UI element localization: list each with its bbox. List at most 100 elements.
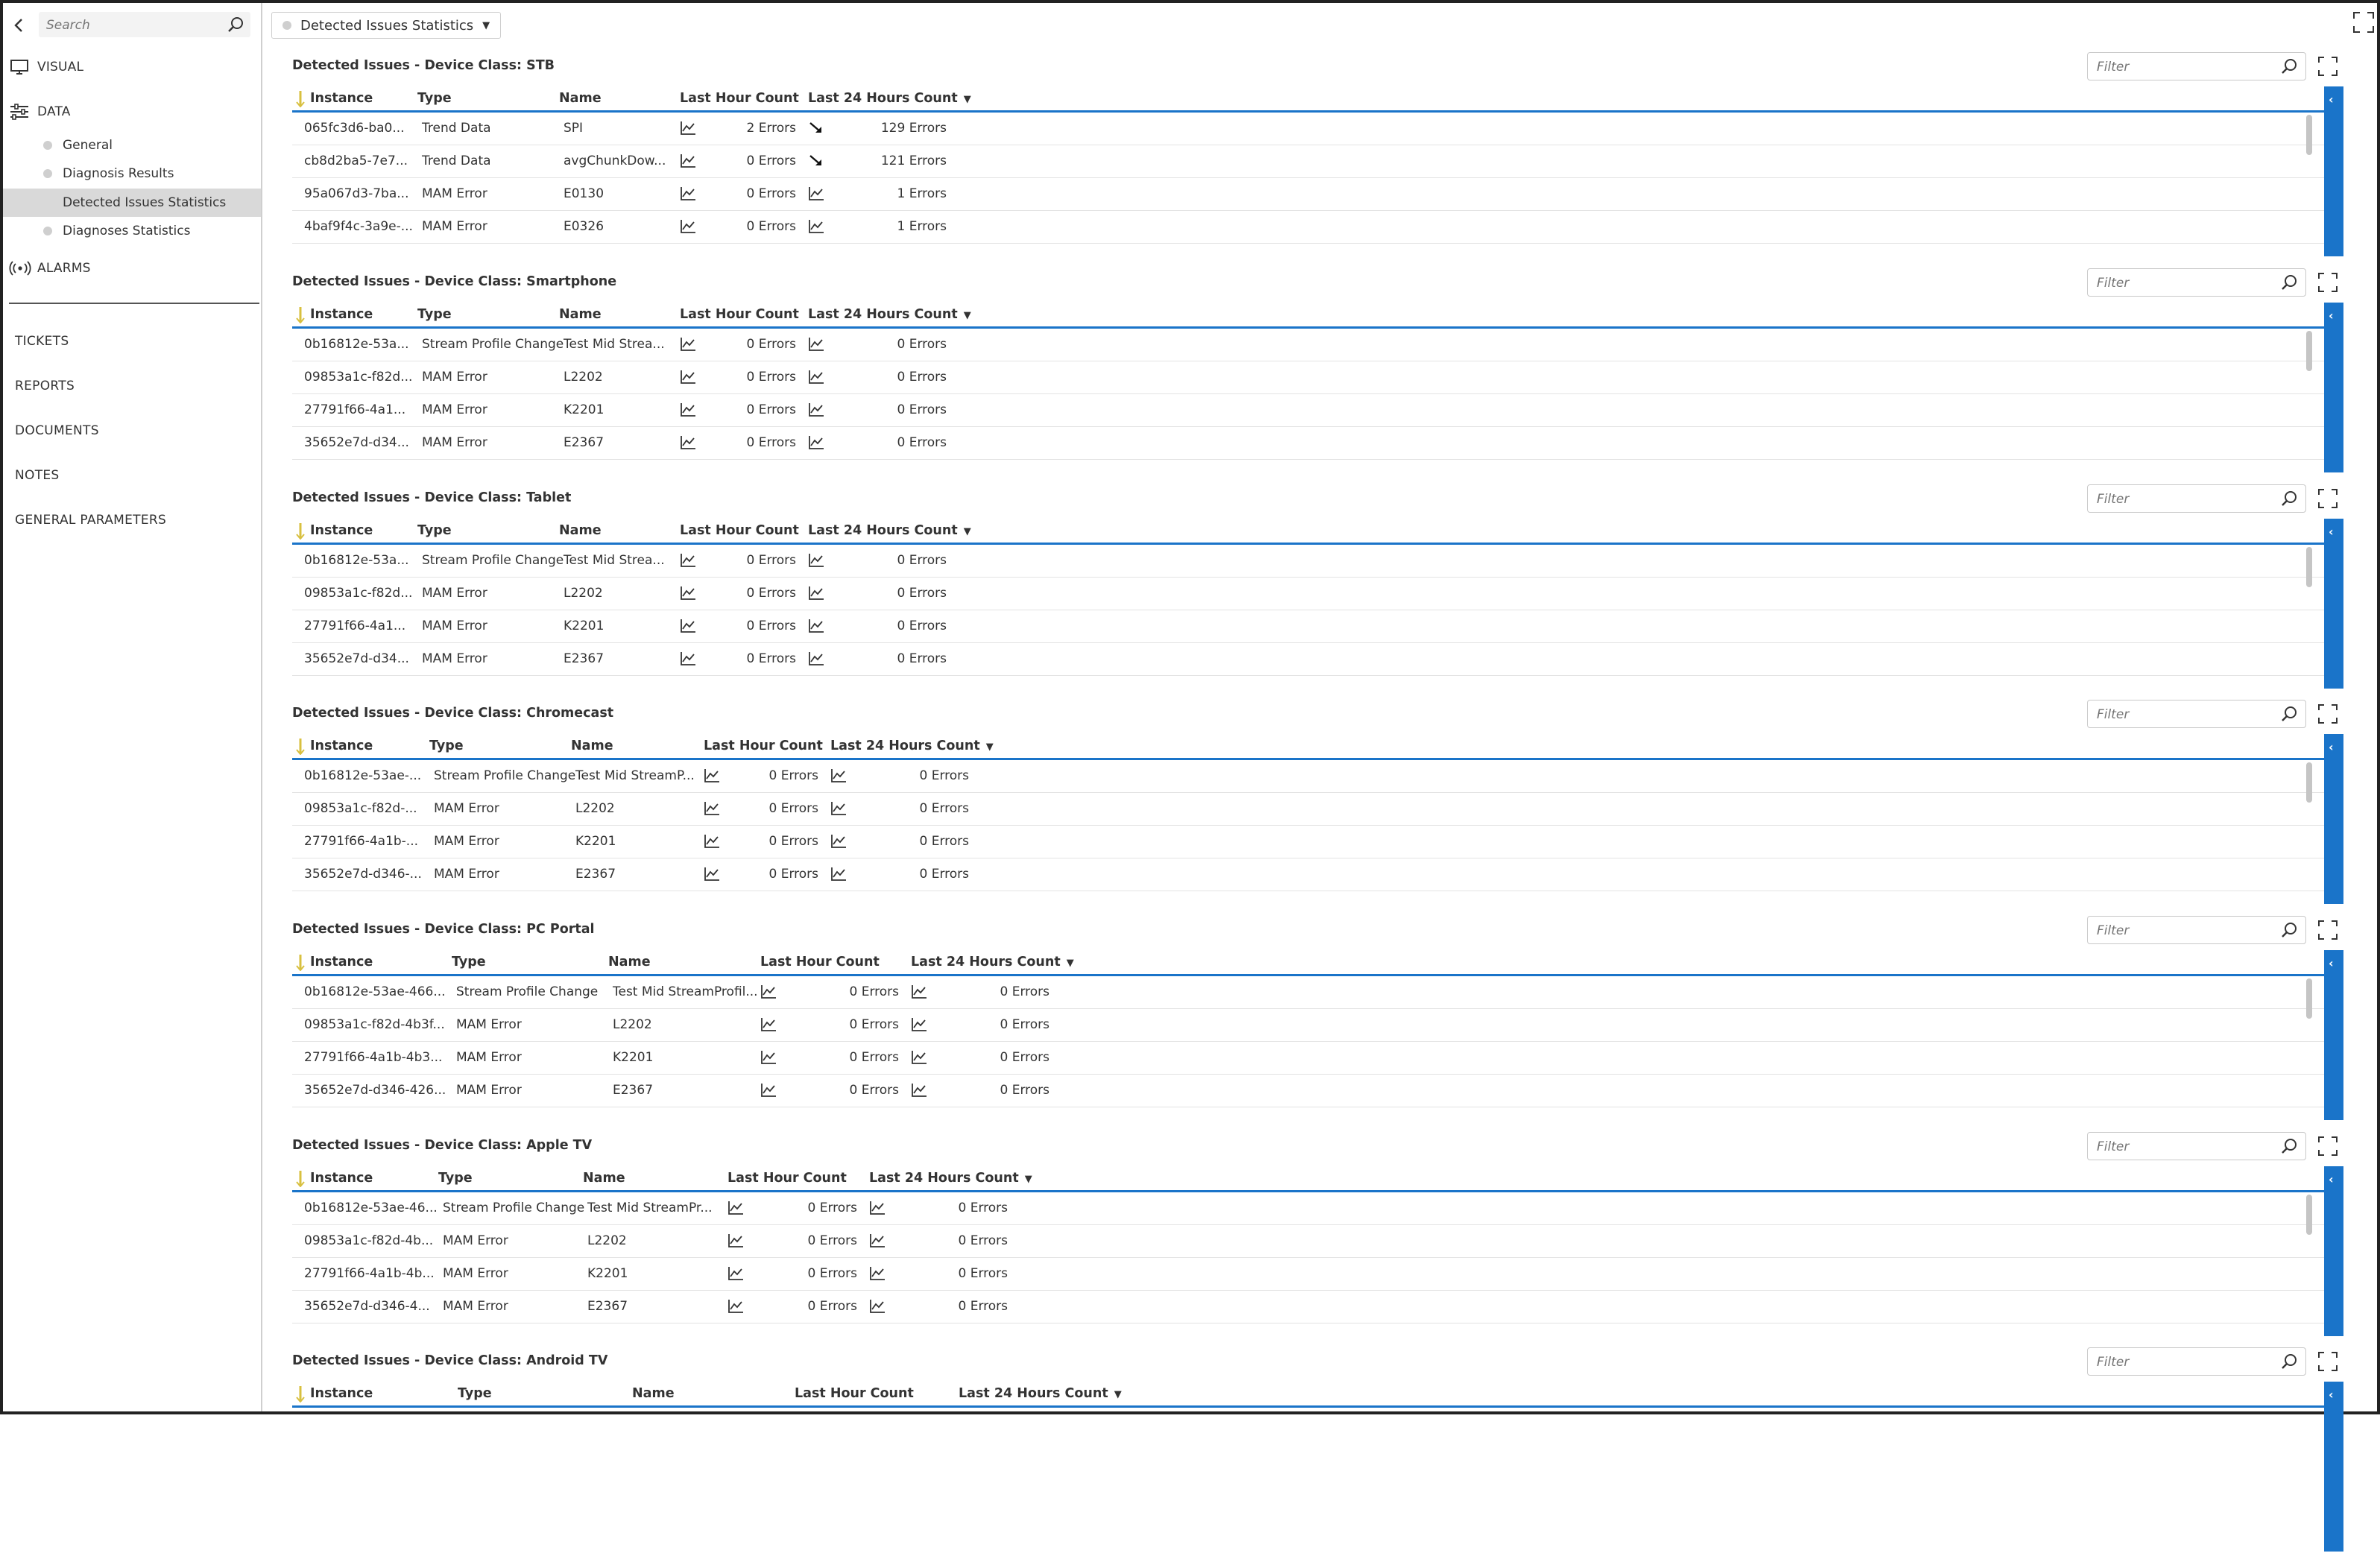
scrollbar[interactable]	[2306, 978, 2312, 1117]
expand-icon[interactable]	[2317, 1350, 2339, 1373]
col-type[interactable]: Type	[417, 523, 452, 538]
table-row[interactable]: cb8d2ba5-7e7... Trend Data avgChunkDow..…	[292, 145, 2324, 178]
nav-general-parameters[interactable]: GENERAL PARAMETERS	[15, 507, 166, 534]
search-icon[interactable]	[2280, 489, 2299, 508]
side-panel-toggle[interactable]: ‹	[2324, 1166, 2343, 1336]
expand-icon[interactable]	[2317, 55, 2339, 78]
col-last-hour[interactable]: Last Hour Count	[760, 955, 880, 970]
line-chart-icon[interactable]	[727, 1266, 744, 1281]
table-row[interactable]: 4baf9f4c-3a9e-... MAM Error E0326 0 Erro…	[292, 210, 2324, 244]
col-last-24[interactable]: Last 24 Hours Count ▼	[808, 307, 971, 322]
scrollbar[interactable]	[2306, 331, 2312, 469]
sort-indicator-icon[interactable]	[295, 1169, 306, 1191]
side-panel-toggle[interactable]: ‹	[2324, 303, 2343, 472]
sort-indicator-icon[interactable]	[295, 522, 306, 543]
col-name[interactable]: Name	[559, 307, 602, 322]
scrollbar[interactable]	[2306, 115, 2312, 253]
scrollbar-thumb[interactable]	[2306, 115, 2312, 155]
line-chart-icon[interactable]	[680, 651, 696, 666]
nav-notes[interactable]: NOTES	[15, 462, 60, 489]
data-item-general[interactable]: General	[3, 131, 261, 159]
scrollbar-thumb[interactable]	[2306, 978, 2312, 1019]
line-chart-icon[interactable]	[808, 337, 824, 352]
col-last-hour[interactable]: Last Hour Count	[704, 739, 823, 753]
col-type[interactable]: Type	[458, 1386, 492, 1401]
col-last-hour[interactable]: Last Hour Count	[680, 523, 799, 538]
col-type[interactable]: Type	[417, 307, 452, 322]
line-chart-icon[interactable]	[680, 186, 696, 201]
line-chart-icon[interactable]	[869, 1201, 886, 1215]
col-type[interactable]: Type	[417, 91, 452, 106]
col-type[interactable]: Type	[452, 955, 486, 970]
line-chart-icon[interactable]	[704, 768, 720, 783]
line-chart-icon[interactable]	[760, 1017, 777, 1032]
table-row[interactable]: 27791f66-4a1b-... MAM Error K2201 0 Erro…	[292, 825, 2324, 858]
line-chart-icon[interactable]	[760, 984, 777, 999]
line-chart-icon[interactable]	[760, 1083, 777, 1098]
expand-icon[interactable]	[2317, 703, 2339, 725]
table-row[interactable]: 95a067d3-7ba... MAM Error E0130 0 Errors…	[292, 177, 2324, 211]
line-chart-icon[interactable]	[680, 219, 696, 234]
filter-input[interactable]	[2095, 703, 2270, 726]
line-chart-icon[interactable]	[727, 1233, 744, 1248]
breadcrumb-dropdown[interactable]: Detected Issues Statistics ▼	[271, 12, 502, 39]
line-chart-icon[interactable]	[808, 435, 824, 450]
line-chart-icon[interactable]	[704, 867, 720, 882]
table-row[interactable]: 0b16812e-53ae-... Stream Profile Change …	[292, 759, 2324, 793]
expand-icon[interactable]	[2317, 1135, 2339, 1157]
line-chart-icon[interactable]	[911, 1083, 927, 1098]
sort-indicator-icon[interactable]	[295, 953, 306, 975]
line-chart-icon[interactable]	[869, 1266, 886, 1281]
line-chart-icon[interactable]	[760, 1050, 777, 1065]
search-icon[interactable]	[2280, 1136, 2299, 1156]
scrollbar[interactable]	[2306, 1195, 2312, 1333]
line-chart-icon[interactable]	[808, 651, 824, 666]
side-panel-toggle[interactable]: ‹	[2324, 734, 2343, 904]
line-chart-icon[interactable]	[680, 435, 696, 450]
col-name[interactable]: Name	[583, 1171, 625, 1186]
line-chart-icon[interactable]	[727, 1201, 744, 1215]
filter-input[interactable]	[2095, 1136, 2270, 1158]
col-last-hour[interactable]: Last Hour Count	[680, 307, 799, 322]
line-chart-icon[interactable]	[704, 801, 720, 816]
line-chart-icon[interactable]	[808, 219, 824, 234]
side-panel-toggle[interactable]: ‹	[2324, 86, 2343, 256]
scrollbar-thumb[interactable]	[2306, 547, 2312, 587]
line-chart-icon[interactable]	[830, 801, 847, 816]
scrollbar-thumb[interactable]	[2306, 1195, 2312, 1235]
table-row[interactable]: 0b16812e-53a... Stream Profile Change Te…	[292, 328, 2324, 361]
nav-visual[interactable]: VISUAL	[3, 52, 261, 82]
col-name[interactable]: Name	[571, 739, 613, 753]
side-panel-toggle[interactable]: ‹	[2324, 950, 2343, 1120]
sort-indicator-icon[interactable]	[295, 306, 306, 327]
fullscreen-icon[interactable]	[2352, 10, 2376, 34]
table-row[interactable]: 09853a1c-f82d-4b... MAM Error L2202 0 Er…	[292, 1224, 2324, 1258]
col-type[interactable]: Type	[429, 739, 464, 753]
col-name[interactable]: Name	[632, 1386, 675, 1401]
table-row[interactable]: 09853a1c-f82d-4b3f... MAM Error L2202 0 …	[292, 1008, 2324, 1042]
table-row[interactable]: 35652e7d-d346-... MAM Error E2367 0 Erro…	[292, 858, 2324, 891]
line-chart-icon[interactable]	[830, 867, 847, 882]
expand-icon[interactable]	[2317, 919, 2339, 941]
line-chart-icon[interactable]	[680, 154, 696, 168]
line-chart-icon[interactable]	[680, 553, 696, 568]
line-chart-icon[interactable]	[808, 370, 824, 385]
table-row[interactable]: 27791f66-4a1b-4b3... MAM Error K2201 0 E…	[292, 1041, 2324, 1075]
back-arrow-icon[interactable]	[9, 15, 30, 36]
col-instance[interactable]: Instance	[310, 1171, 373, 1186]
line-chart-icon[interactable]	[680, 121, 696, 136]
trend-down-icon[interactable]	[808, 121, 824, 136]
col-last-hour[interactable]: Last Hour Count	[680, 91, 799, 106]
search-input[interactable]	[45, 15, 219, 36]
sort-indicator-icon[interactable]	[295, 1385, 306, 1406]
table-row[interactable]: 0b16812e-53a... Stream Profile Change Te…	[292, 544, 2324, 578]
filter-input[interactable]	[2095, 920, 2270, 942]
filter-input[interactable]	[2095, 1351, 2270, 1373]
col-instance[interactable]: Instance	[310, 739, 373, 753]
col-type[interactable]: Type	[438, 1171, 473, 1186]
search-icon[interactable]	[2280, 704, 2299, 724]
col-last-24[interactable]: Last 24 Hours Count ▼	[808, 91, 971, 106]
line-chart-icon[interactable]	[808, 553, 824, 568]
line-chart-icon[interactable]	[911, 1050, 927, 1065]
scrollbar-thumb[interactable]	[2306, 762, 2312, 803]
